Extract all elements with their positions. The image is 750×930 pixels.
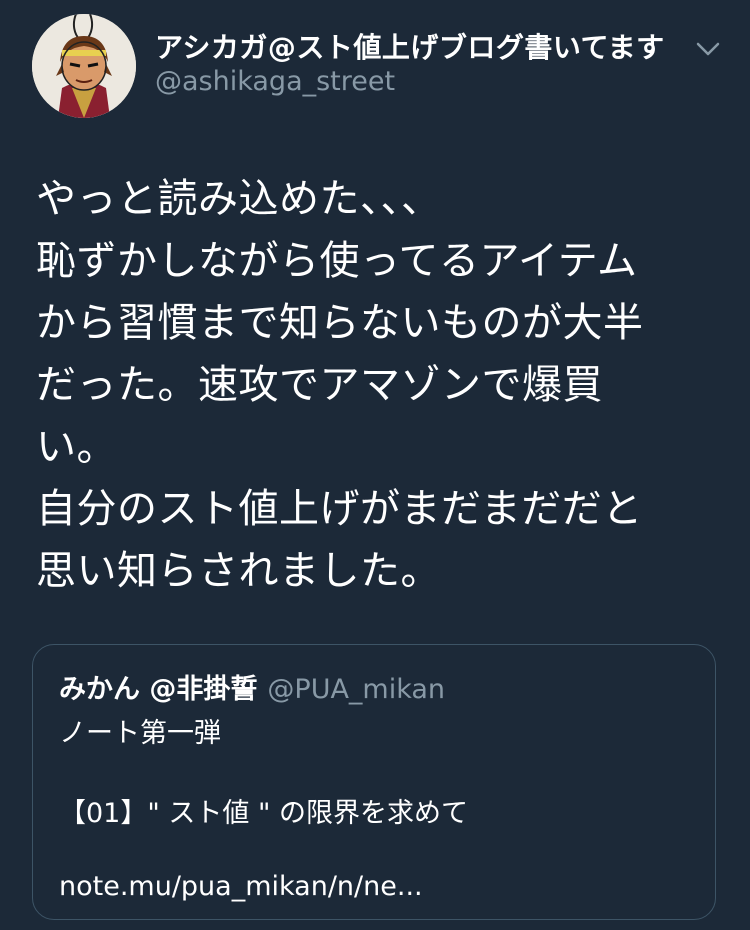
quoted-tweet-link[interactable]: note.mu/pua_mikan/n/ne... [59, 871, 423, 902]
chevron-down-icon[interactable] [690, 34, 726, 64]
quoted-tweet-handle: @PUA_mikan [267, 674, 446, 705]
tweet-text-line: い。 [36, 424, 117, 470]
tweet-text: やっと読み込めた、、、 恥ずかしながら使ってるアイテム から習慣まで知らないもの… [36, 168, 726, 602]
quoted-tweet-card[interactable]: みかん @非掛誓 @PUA_mikan ノート第一弾 【01】" スト値 " の限… [32, 644, 716, 920]
quoted-tweet-line: ノート第一弾 [59, 718, 221, 749]
tweet-text-line: やっと読み込めた、、、 [36, 176, 442, 222]
author-handle[interactable]: @ashikaga_street [155, 66, 395, 97]
tweet-header: アシカガ@スト値上げブログ書いてます @ashikaga_street [0, 0, 750, 130]
quoted-tweet-line: 【01】" スト値 " の限界を求めて [59, 798, 468, 829]
avatar-image [32, 14, 136, 118]
tweet-text-line: から習慣まで知らないものが大半 [36, 300, 644, 346]
tweet-text-line: 恥ずかしながら使ってるアイテム [36, 238, 638, 284]
quoted-tweet-display-name: みかん @非掛誓 [59, 674, 258, 705]
author-display-name[interactable]: アシカガ@スト値上げブログ書いてます [155, 26, 665, 66]
tweet-text-line: 思い知らされました。 [36, 548, 441, 594]
quoted-tweet-author: みかん @非掛誓 @PUA_mikan [59, 667, 445, 706]
tweet-text-line: 自分のスト値上げがまだまだだと [36, 486, 643, 532]
avatar[interactable] [32, 14, 136, 118]
tweet-text-line: だった。速攻でアマゾンで爆買 [36, 362, 603, 408]
